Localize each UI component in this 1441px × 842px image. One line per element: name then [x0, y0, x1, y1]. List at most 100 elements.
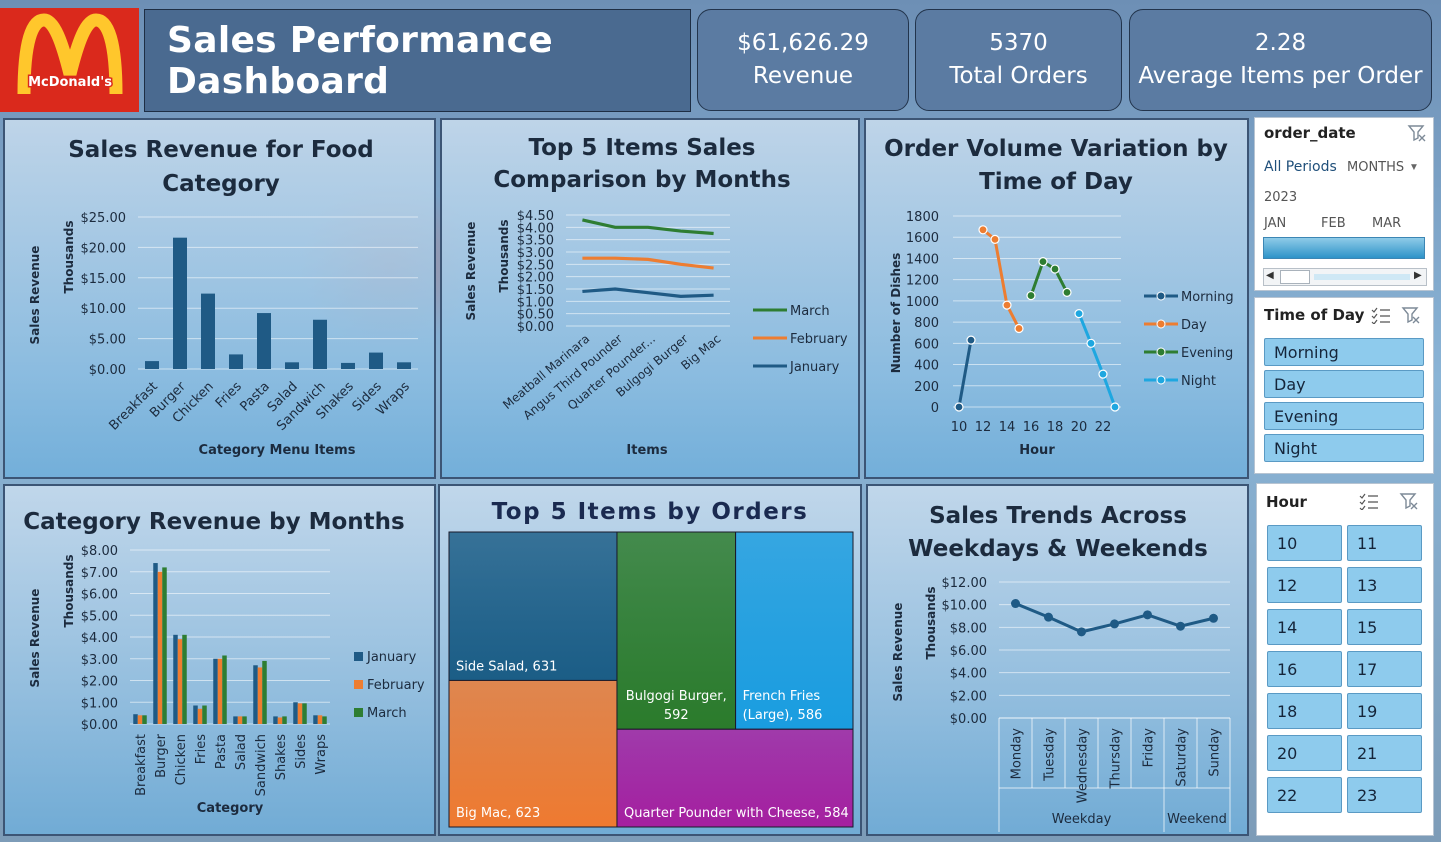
slicer-item-hour-11[interactable]: 11: [1347, 525, 1422, 561]
legend-marker: [1156, 347, 1166, 357]
logo-text: McDonald's: [28, 75, 112, 90]
chart-top5-orders[interactable]: Top 5 Items by Orders Side Salad, 631 Big…: [438, 484, 862, 836]
chart-title-line1: Order Volume Variation by: [884, 136, 1228, 162]
bar: [182, 634, 187, 724]
slicer-item-hour-16[interactable]: 16: [1267, 651, 1342, 687]
y-tick-label: 1400: [906, 252, 939, 267]
multi-select-icon[interactable]: [1371, 306, 1391, 324]
scrollbar-track: [1314, 274, 1410, 280]
chart-weekday-trends[interactable]: Sales Trends Across Weekdays & Weekends …: [866, 484, 1249, 836]
x-tick-label: 16: [1023, 420, 1040, 435]
data-point: [1086, 338, 1096, 348]
y-tick-label: 1600: [906, 231, 939, 246]
bar: [317, 715, 323, 724]
hour-slicer[interactable]: Hour 10 11 12 13 14 15 16 17 18 19 20 21 22 23: [1256, 483, 1434, 836]
clear-filter-icon[interactable]: [1399, 492, 1419, 510]
data-point: [978, 225, 988, 235]
bar: [369, 352, 383, 369]
slicer-item-day[interactable]: Day: [1264, 370, 1424, 398]
y-tick-label: $10.00: [942, 599, 988, 614]
series-line-night: [1077, 313, 1117, 408]
data-point: [990, 234, 1000, 244]
kpi-revenue-value: $61,626.29: [737, 30, 869, 56]
chart-title-line2: Time of Day: [979, 169, 1133, 195]
bar: [297, 703, 303, 724]
slicer-item-hour-18[interactable]: 18: [1267, 693, 1342, 729]
slicer-item-hour-23[interactable]: 23: [1347, 777, 1422, 813]
y-unit-label: Thousands: [924, 586, 938, 659]
treemap-label: French Fries: [743, 689, 821, 704]
title-box: Sales Performance Dashboard: [144, 9, 691, 112]
slicer-item-hour-13[interactable]: 13: [1347, 567, 1422, 603]
chart-title-line1: Sales Trends Across: [929, 503, 1187, 529]
slicer-item-hour-22[interactable]: 22: [1267, 777, 1342, 813]
timeline-level-select[interactable]: MONTHS: [1347, 160, 1404, 175]
timeline-title: order_date: [1264, 124, 1356, 142]
slicer-item-hour-10[interactable]: 10: [1267, 525, 1342, 561]
y-tick-label: 400: [914, 359, 939, 374]
scrollbar-thumb[interactable]: [1280, 270, 1310, 284]
slicer-item-hour-21[interactable]: 21: [1347, 735, 1422, 771]
top5-months-svg: Top 5 Items Sales Comparison by Months $…: [464, 135, 848, 458]
bar: [222, 655, 227, 724]
slicer-item-hour-17[interactable]: 17: [1347, 651, 1422, 687]
bar: [157, 571, 163, 724]
chart-order-volume[interactable]: Order Volume Variation by Time of Day 0 2…: [864, 118, 1249, 479]
slicer-item-hour-19[interactable]: 19: [1347, 693, 1422, 729]
slicer-item-evening[interactable]: Evening: [1264, 402, 1424, 430]
legend-swatch: [354, 708, 363, 717]
x-tick-label: Sides: [294, 734, 309, 769]
legend-label: March: [790, 304, 830, 319]
bar: [137, 715, 143, 724]
treemap-label: Quarter Pounder with Cheese, 584: [624, 806, 849, 821]
x-tick-label: 12: [975, 420, 992, 435]
slicer-item-night[interactable]: Night: [1264, 434, 1424, 462]
bar: [313, 715, 318, 724]
timeline-month-feb: FEB: [1321, 216, 1346, 231]
data-point: [1098, 369, 1108, 379]
slicer-item-morning[interactable]: Morning: [1264, 338, 1424, 366]
order-date-timeline[interactable]: order_date All Periods MONTHS ▼ 2023 JAN…: [1254, 117, 1434, 291]
scroll-right-icon[interactable]: ▶: [1414, 270, 1422, 281]
data-point: [966, 335, 976, 345]
slicer-item-hour-14[interactable]: 14: [1267, 609, 1342, 645]
chart-top5-months[interactable]: Top 5 Items Sales Comparison by Months $…: [440, 118, 860, 479]
y-tick-label: $12.00: [942, 576, 988, 591]
slicer-item-hour-20[interactable]: 20: [1267, 735, 1342, 771]
slicer-item-hour-15[interactable]: 15: [1347, 609, 1422, 645]
chevron-down-icon[interactable]: ▼: [1409, 162, 1419, 173]
data-point: [1062, 287, 1072, 297]
kpi-revenue: $61,626.29 Revenue: [697, 9, 909, 111]
y-tick-label: $20.00: [81, 241, 127, 256]
chart-category-months[interactable]: Category Revenue by Months $0.00 $1.00 $2.…: [3, 484, 436, 836]
y-unit-label: Thousands: [497, 219, 511, 292]
category-months-svg: Category Revenue by Months $0.00 $1.00 $2.…: [23, 509, 425, 816]
timeline-scrollbar[interactable]: ◀ ▶: [1263, 268, 1427, 286]
bar: [153, 563, 158, 724]
kpi-revenue-label: Revenue: [752, 63, 854, 89]
scroll-left-icon[interactable]: ◀: [1266, 270, 1274, 281]
x-tick-label: 18: [1047, 420, 1064, 435]
bar: [302, 703, 307, 724]
data-point: [1038, 257, 1048, 267]
legend-marker: [1156, 291, 1166, 301]
series-line-day: [982, 228, 1021, 330]
y-tick-label: $0.00: [950, 712, 987, 727]
chart-title-line2: Weekdays & Weekends: [908, 536, 1208, 562]
bar: [341, 362, 355, 369]
slicer-item-hour-12[interactable]: 12: [1267, 567, 1342, 603]
clear-filter-icon[interactable]: [1407, 124, 1427, 142]
bar: [313, 319, 327, 369]
chart-category-revenue[interactable]: Sales Revenue for Food Category $0.00 $5.…: [3, 118, 436, 479]
time-of-day-slicer[interactable]: Time of Day Morning Day Evening Night: [1254, 297, 1434, 474]
bar: [202, 705, 207, 724]
clear-filter-icon[interactable]: [1401, 306, 1421, 324]
bar: [162, 567, 167, 724]
kpi-avg-value: 2.28: [1254, 30, 1307, 56]
y-tick-label: $8.00: [950, 621, 987, 636]
legend-marker: [1156, 319, 1166, 329]
x-axis-label: Items: [626, 443, 667, 458]
multi-select-icon[interactable]: [1359, 492, 1379, 510]
timeline-selection-bar[interactable]: [1263, 237, 1425, 259]
bar: [217, 658, 223, 724]
